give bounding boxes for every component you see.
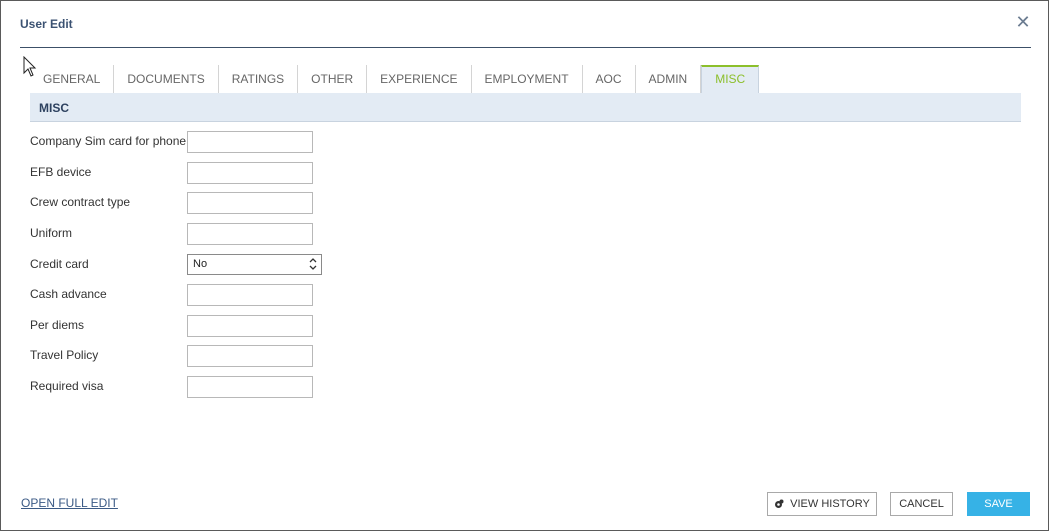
select-updown-icon	[309, 258, 317, 270]
save-button[interactable]: SAVE	[967, 492, 1030, 516]
tab-general[interactable]: GENERAL	[30, 65, 115, 93]
crew-contract-type-input[interactable]	[187, 192, 313, 214]
history-icon	[775, 499, 784, 508]
view-history-label: VIEW HISTORY	[790, 498, 870, 510]
efb-device-input[interactable]	[187, 162, 313, 184]
close-icon[interactable]: ✕	[1015, 13, 1031, 31]
tab-bar: GENERAL DOCUMENTS RATINGS OTHER EXPERIEN…	[30, 65, 760, 93]
required-visa-input[interactable]	[187, 376, 313, 398]
field-label-company-sim-card: Company Sim card for phone	[30, 134, 187, 148]
tab-ratings[interactable]: RATINGS	[219, 65, 299, 93]
tab-experience[interactable]: EXPERIENCE	[367, 65, 472, 93]
field-label-crew-contract-type: Crew contract type	[30, 195, 131, 209]
tab-misc[interactable]: MISC	[701, 65, 760, 93]
field-label-uniform: Uniform	[30, 226, 73, 240]
tab-aoc[interactable]: AOC	[583, 65, 636, 93]
section-header: MISC	[30, 93, 1021, 122]
per-diems-input[interactable]	[187, 315, 313, 337]
cancel-button[interactable]: CANCEL	[890, 492, 953, 516]
user-edit-dialog: User Edit ✕ GENERAL DOCUMENTS RATINGS OT…	[0, 0, 1049, 531]
tab-documents[interactable]: DOCUMENTS	[114, 65, 219, 93]
dialog-header: User Edit ✕	[20, 13, 1031, 48]
field-label-per-diems: Per diems	[30, 318, 85, 332]
save-label: SAVE	[984, 498, 1013, 510]
tab-admin[interactable]: ADMIN	[636, 65, 702, 93]
credit-card-select[interactable]: No	[187, 254, 322, 275]
section-title: MISC	[39, 101, 69, 115]
field-label-credit-card: Credit card	[30, 257, 89, 271]
credit-card-select-value: No	[193, 258, 208, 270]
field-label-required-visa: Required visa	[30, 379, 104, 393]
field-label-travel-policy: Travel Policy	[30, 348, 99, 362]
dialog-title: User Edit	[20, 17, 73, 31]
travel-policy-input[interactable]	[187, 345, 313, 367]
field-label-efb-device: EFB device	[30, 165, 92, 179]
cancel-label: CANCEL	[899, 498, 944, 510]
open-full-edit-link[interactable]: OPEN FULL EDIT	[21, 496, 118, 510]
cash-advance-input[interactable]	[187, 284, 313, 306]
field-label-cash-advance: Cash advance	[30, 287, 107, 301]
uniform-input[interactable]	[187, 223, 313, 245]
company-sim-card-input[interactable]	[187, 131, 313, 153]
tab-employment[interactable]: EMPLOYMENT	[472, 65, 583, 93]
tab-other[interactable]: OTHER	[298, 65, 368, 93]
view-history-button[interactable]: VIEW HISTORY	[767, 492, 877, 516]
